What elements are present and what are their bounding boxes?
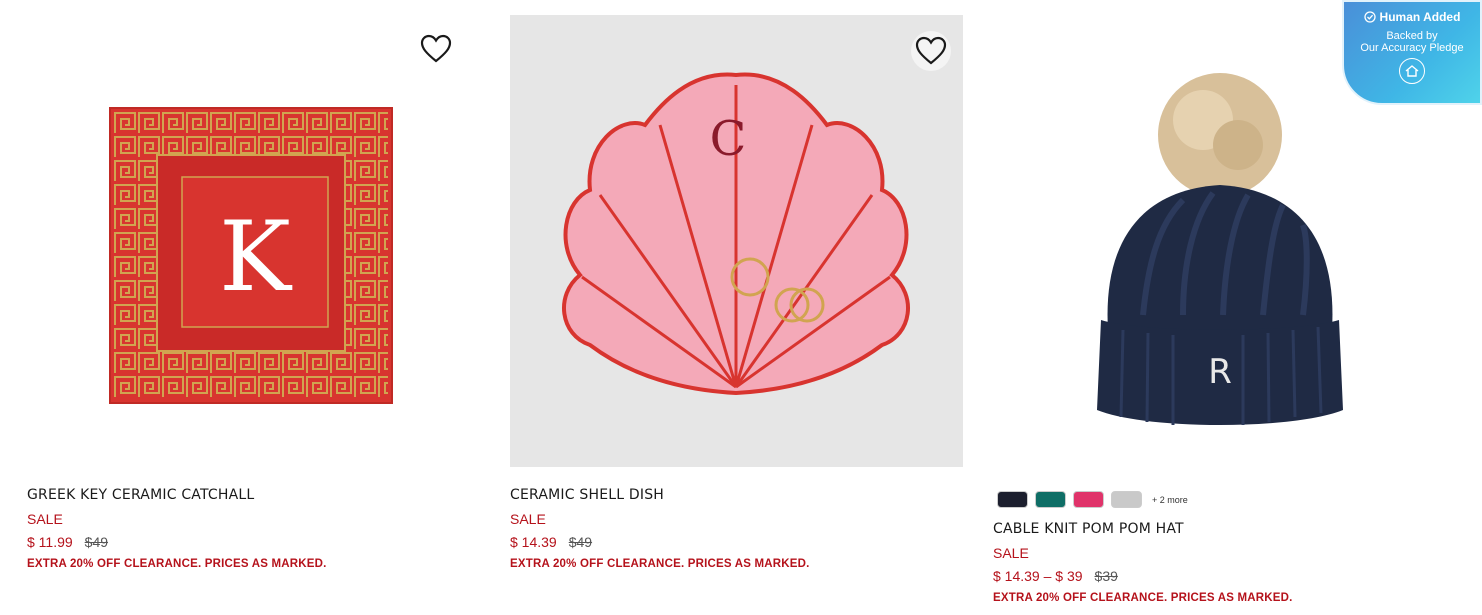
accuracy-pledge-badge[interactable]: Human Added Backed by Our Accuracy Pledg…: [1342, 0, 1482, 105]
swatch-navy[interactable]: [997, 491, 1028, 508]
product-title[interactable]: CABLE KNIT POM POM HAT: [993, 521, 1446, 537]
product-title[interactable]: CERAMIC SHELL DISH: [510, 487, 963, 503]
badge-line2: Backed by: [1386, 30, 1438, 42]
original-price: $49: [84, 534, 109, 550]
product-image-shell-dish[interactable]: C: [510, 15, 963, 467]
promo-text: EXTRA 20% OFF CLEARANCE. PRICES AS MARKE…: [510, 558, 810, 570]
price-row: $ 14.39 $49: [510, 534, 963, 550]
badge-line3: Our Accuracy Pledge: [1360, 42, 1464, 54]
price-row: $ 11.99 $49: [27, 534, 480, 550]
catchall-image: K: [109, 107, 393, 404]
catchall-monogram: K: [219, 201, 293, 313]
swatch-pink[interactable]: [1073, 491, 1104, 508]
sale-label: SALE: [993, 545, 1029, 561]
badge-title: Human Added: [1344, 10, 1480, 24]
promo-text: EXTRA 20% OFF CLEARANCE. PRICES AS MARKE…: [27, 558, 327, 570]
pledge-icon: [1399, 58, 1425, 84]
original-price: $49: [568, 534, 593, 550]
wishlist-button-catchall[interactable]: [416, 29, 456, 69]
product-title[interactable]: GREEK KEY CERAMIC CATCHALL: [27, 487, 480, 503]
sale-price: $ 14.39: [510, 534, 557, 550]
product-card-catchall[interactable]: K GREEK KEY CERAMIC CATCHALL SALE $ 11.9…: [17, 0, 480, 570]
sale-price: $ 14.39 – $ 39: [993, 568, 1083, 584]
swatch-green[interactable]: [1035, 491, 1066, 508]
color-swatches: + 2 more: [993, 491, 1446, 508]
product-image-catchall[interactable]: K: [17, 15, 470, 467]
check-circle-icon: [1363, 11, 1376, 23]
product-card-shell-dish[interactable]: C CERAMIC SHELL DISH SALE $ 14.39 $49 EXT…: [500, 0, 963, 570]
heart-icon: [420, 34, 452, 63]
hat-monogram: R: [1208, 352, 1232, 392]
badge-line1: Human Added: [1379, 10, 1461, 24]
wishlist-button-shell-dish[interactable]: [911, 31, 951, 71]
more-colors-link[interactable]: + 2 more: [1152, 495, 1188, 505]
swatch-grey[interactable]: [1111, 491, 1142, 508]
original-price: $39: [1094, 568, 1118, 584]
shell-dish-image: C: [562, 72, 910, 396]
promo-text: EXTRA 20% OFF CLEARANCE. PRICES AS MARKE…: [993, 592, 1293, 604]
heart-icon: [915, 36, 947, 65]
sale-price: $ 11.99: [27, 534, 73, 550]
sale-label: SALE: [510, 511, 546, 527]
shell-monogram: C: [710, 111, 747, 167]
price-row: $ 14.39 – $ 39 $39: [993, 568, 1446, 584]
sale-label: SALE: [27, 511, 63, 527]
